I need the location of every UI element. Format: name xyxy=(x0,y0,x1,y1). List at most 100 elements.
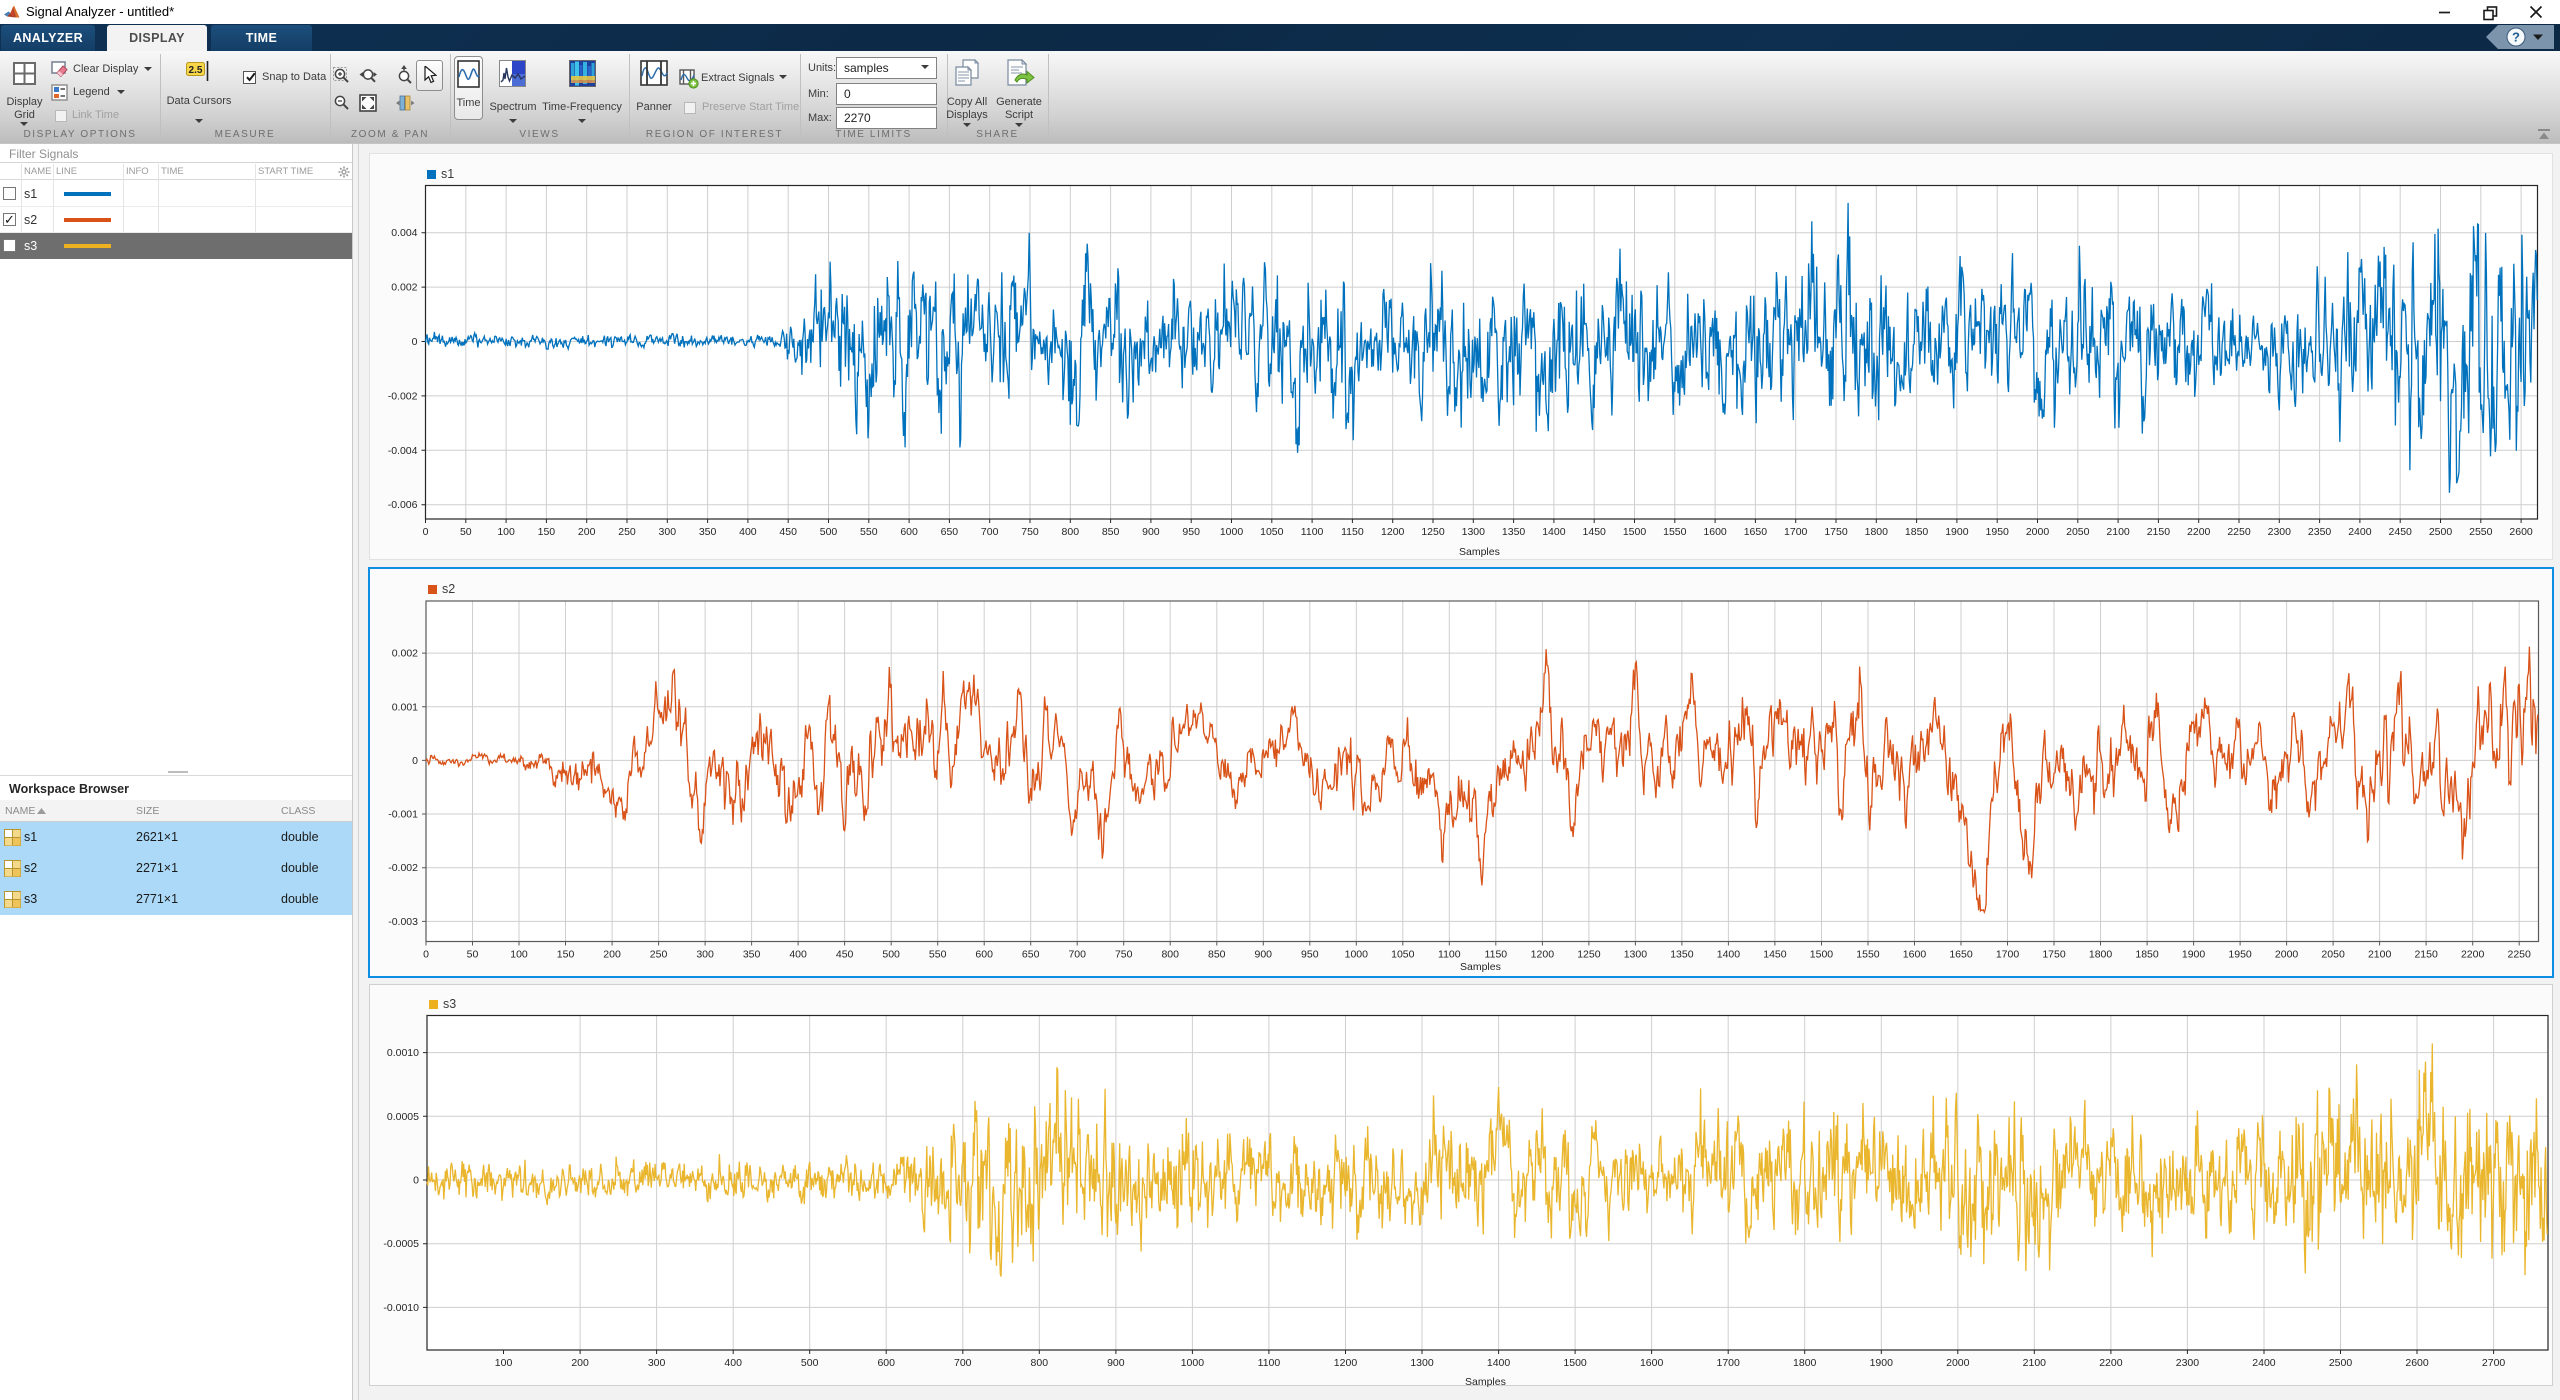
svg-text:0.001: 0.001 xyxy=(392,701,418,713)
svg-text:1450: 1450 xyxy=(1583,526,1607,538)
svg-text:1950: 1950 xyxy=(2228,949,2252,961)
svg-text:1050: 1050 xyxy=(1391,949,1415,961)
svg-text:2200: 2200 xyxy=(2099,1357,2123,1369)
svg-text:950: 950 xyxy=(1301,949,1319,961)
svg-text:2050: 2050 xyxy=(2066,526,2090,538)
svg-text:1800: 1800 xyxy=(2089,949,2113,961)
svg-text:950: 950 xyxy=(1182,526,1200,538)
svg-text:500: 500 xyxy=(801,1357,819,1369)
svg-text:-0.0005: -0.0005 xyxy=(383,1238,419,1250)
svg-text:2100: 2100 xyxy=(2106,526,2130,538)
svg-text:100: 100 xyxy=(497,526,515,538)
svg-text:300: 300 xyxy=(659,526,677,538)
svg-text:1700: 1700 xyxy=(1784,526,1808,538)
svg-text:300: 300 xyxy=(648,1357,666,1369)
svg-text:1450: 1450 xyxy=(1763,949,1787,961)
svg-text:2200: 2200 xyxy=(2461,949,2485,961)
svg-text:2400: 2400 xyxy=(2348,526,2372,538)
svg-text:2000: 2000 xyxy=(2275,949,2299,961)
svg-text:450: 450 xyxy=(779,526,797,538)
svg-text:1250: 1250 xyxy=(1421,526,1445,538)
svg-text:1950: 1950 xyxy=(1986,526,2010,538)
svg-text:350: 350 xyxy=(699,526,717,538)
svg-text:1500: 1500 xyxy=(1623,526,1647,538)
svg-text:900: 900 xyxy=(1107,1357,1125,1369)
svg-text:0.0005: 0.0005 xyxy=(387,1111,419,1123)
svg-text:1650: 1650 xyxy=(1949,949,1973,961)
svg-text:2550: 2550 xyxy=(2469,526,2493,538)
svg-text:1100: 1100 xyxy=(1438,949,1461,961)
svg-text:500: 500 xyxy=(882,949,900,961)
svg-text:-0.001: -0.001 xyxy=(388,809,418,821)
svg-text:2100: 2100 xyxy=(2023,1357,2047,1369)
svg-text:2700: 2700 xyxy=(2482,1357,2506,1369)
svg-text:400: 400 xyxy=(739,526,757,538)
svg-text:2150: 2150 xyxy=(2147,526,2171,538)
svg-text:2400: 2400 xyxy=(2252,1357,2276,1369)
svg-text:0.002: 0.002 xyxy=(392,648,418,660)
svg-text:150: 150 xyxy=(538,526,556,538)
svg-text:1700: 1700 xyxy=(1717,1357,1741,1369)
svg-text:100: 100 xyxy=(495,1357,513,1369)
svg-text:850: 850 xyxy=(1208,949,1226,961)
svg-text:1200: 1200 xyxy=(1531,949,1555,961)
svg-text:1500: 1500 xyxy=(1810,949,1834,961)
svg-text:350: 350 xyxy=(743,949,761,961)
svg-text:400: 400 xyxy=(789,949,807,961)
svg-text:1050: 1050 xyxy=(1260,526,1284,538)
svg-text:800: 800 xyxy=(1062,526,1080,538)
svg-text:1150: 1150 xyxy=(1485,949,1508,961)
svg-text:500: 500 xyxy=(820,526,838,538)
svg-text:1900: 1900 xyxy=(1870,1357,1894,1369)
svg-text:-0.006: -0.006 xyxy=(388,499,418,511)
svg-text:-0.004: -0.004 xyxy=(388,445,418,457)
svg-text:1100: 1100 xyxy=(1301,526,1324,538)
svg-text:1650: 1650 xyxy=(1744,526,1768,538)
svg-text:1200: 1200 xyxy=(1334,1357,1358,1369)
svg-text:0: 0 xyxy=(412,755,418,767)
svg-text:800: 800 xyxy=(1161,949,1179,961)
svg-text:200: 200 xyxy=(571,1357,589,1369)
svg-text:2100: 2100 xyxy=(2368,949,2392,961)
svg-text:2600: 2600 xyxy=(2509,526,2533,538)
svg-text:2450: 2450 xyxy=(2389,526,2413,538)
svg-text:-0.002: -0.002 xyxy=(388,390,418,402)
svg-text:1600: 1600 xyxy=(1640,1357,1664,1369)
svg-text:900: 900 xyxy=(1142,526,1160,538)
svg-text:2300: 2300 xyxy=(2268,526,2292,538)
svg-text:850: 850 xyxy=(1102,526,1120,538)
svg-text:550: 550 xyxy=(929,949,947,961)
svg-text:1850: 1850 xyxy=(1905,526,1929,538)
svg-text:200: 200 xyxy=(578,526,596,538)
svg-text:0.002: 0.002 xyxy=(391,282,417,294)
svg-text:1400: 1400 xyxy=(1542,526,1566,538)
svg-text:1250: 1250 xyxy=(1577,949,1601,961)
svg-text:700: 700 xyxy=(981,526,999,538)
svg-text:0: 0 xyxy=(423,949,429,961)
svg-text:1550: 1550 xyxy=(1856,949,1880,961)
svg-text:1400: 1400 xyxy=(1487,1357,1511,1369)
svg-text:2250: 2250 xyxy=(2227,526,2251,538)
svg-text:2250: 2250 xyxy=(2507,949,2531,961)
svg-text:2500: 2500 xyxy=(2329,1357,2353,1369)
svg-text:50: 50 xyxy=(460,526,472,538)
svg-text:1350: 1350 xyxy=(1670,949,1694,961)
svg-text:700: 700 xyxy=(954,1357,972,1369)
svg-text:450: 450 xyxy=(836,949,854,961)
svg-text:1300: 1300 xyxy=(1462,526,1486,538)
svg-text:2000: 2000 xyxy=(2026,526,2050,538)
svg-text:600: 600 xyxy=(975,949,993,961)
svg-text:2500: 2500 xyxy=(2429,526,2453,538)
svg-text:1400: 1400 xyxy=(1717,949,1741,961)
svg-text:400: 400 xyxy=(724,1357,742,1369)
svg-text:1700: 1700 xyxy=(1996,949,2020,961)
svg-text:750: 750 xyxy=(1115,949,1133,961)
svg-text:0.0010: 0.0010 xyxy=(387,1047,419,1059)
svg-text:1600: 1600 xyxy=(1903,949,1927,961)
svg-text:50: 50 xyxy=(467,949,479,961)
svg-text:1800: 1800 xyxy=(1793,1357,1817,1369)
svg-text:0: 0 xyxy=(413,1175,419,1187)
svg-text:1550: 1550 xyxy=(1663,526,1687,538)
svg-text:600: 600 xyxy=(877,1357,895,1369)
svg-text:650: 650 xyxy=(1022,949,1040,961)
